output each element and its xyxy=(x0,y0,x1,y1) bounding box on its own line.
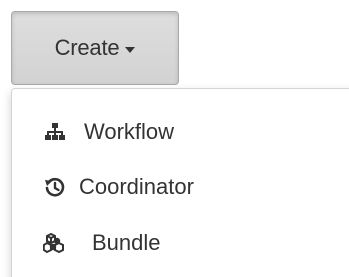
create-dropdown-menu: Workflow Coordinator Bundle xyxy=(11,88,349,277)
menu-item-workflow[interactable]: Workflow xyxy=(12,107,349,157)
stage: Create Workflow Coordinator Bundle xyxy=(0,0,349,277)
create-button-label: Create xyxy=(54,35,120,60)
history-icon xyxy=(42,174,68,200)
sitemap-icon xyxy=(42,119,68,145)
caret-down-icon xyxy=(125,46,136,53)
create-dropdown-button[interactable]: Create xyxy=(11,11,179,85)
menu-item-label: Bundle xyxy=(92,230,161,255)
cubes-icon xyxy=(42,230,68,256)
menu-item-bundle[interactable]: Bundle xyxy=(12,218,349,268)
menu-item-label: Workflow xyxy=(84,119,175,144)
menu-item-coordinator[interactable]: Coordinator xyxy=(12,162,349,212)
menu-item-label: Coordinator xyxy=(79,174,194,199)
